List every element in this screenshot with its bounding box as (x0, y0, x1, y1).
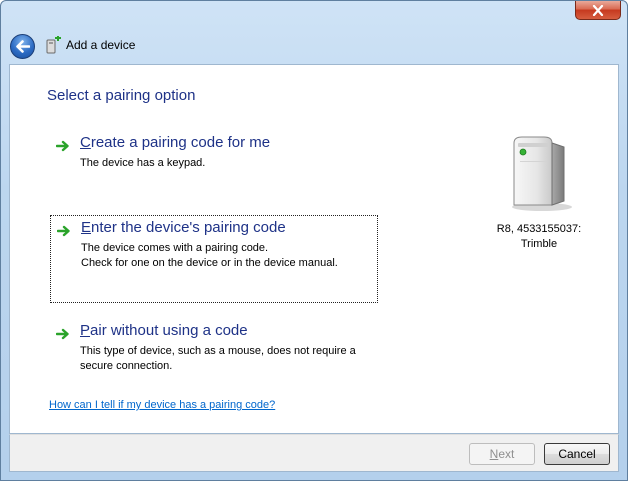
option-description: This type of device, such as a mouse, do… (80, 345, 356, 372)
footer-bar: Next Cancel (9, 434, 619, 472)
option-pair-without-code[interactable]: Pair without using a code This type of d… (50, 319, 378, 379)
green-arrow-icon (56, 140, 69, 152)
option-title: Create a pairing code for me (80, 134, 271, 151)
help-link[interactable]: How can I tell if my device has a pairin… (49, 399, 275, 411)
device-name: R8, 4533155037: Trimble (496, 223, 582, 250)
close-button[interactable] (575, 1, 621, 20)
close-icon (592, 4, 604, 16)
back-button[interactable] (10, 34, 35, 59)
option-title: Enter the device's pairing code (81, 219, 286, 236)
option-title: Pair without using a code (80, 322, 248, 339)
option-description: The device has a keypad. (80, 157, 206, 169)
option-description: The device comes with a pairing code. Ch… (81, 242, 338, 269)
page-heading: Select a pairing option (47, 87, 196, 104)
computer-tower-icon (512, 136, 572, 211)
option-enter-pairing-code[interactable]: Enter the device's pairing code The devi… (50, 215, 378, 303)
add-device-window: Add a device Select a pairing option Cre… (0, 0, 628, 481)
add-device-icon (46, 36, 61, 54)
window-title: Add a device (66, 38, 136, 52)
option-create-pairing-code[interactable]: Create a pairing code for me The device … (50, 131, 378, 179)
green-arrow-icon (57, 225, 70, 237)
back-arrow-icon (16, 40, 30, 53)
next-button[interactable]: Next (469, 443, 535, 465)
content-panel: Select a pairing option Create a pairing… (9, 64, 619, 434)
green-arrow-icon (56, 328, 69, 340)
cancel-button[interactable]: Cancel (544, 443, 610, 465)
